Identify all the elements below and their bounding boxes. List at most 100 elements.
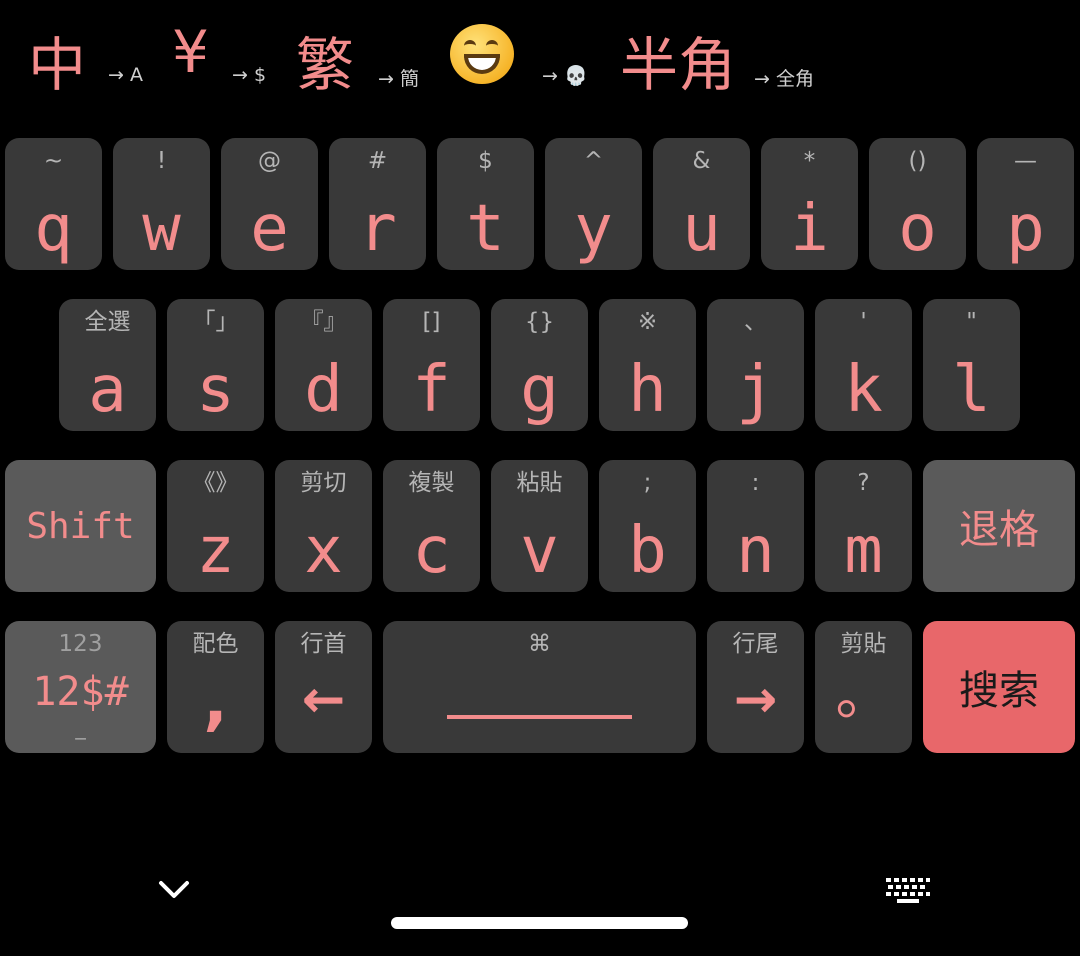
- status-emoji-target: → 💀: [542, 65, 588, 87]
- status-traditional-target: → 簡: [378, 68, 419, 90]
- backspace-key[interactable]: 退格: [923, 460, 1075, 592]
- key-h[interactable]: ※ h: [599, 299, 696, 431]
- key-g-label: g: [520, 353, 559, 427]
- key-g-hint: {}: [524, 309, 555, 335]
- space-key[interactable]: ⌘: [383, 621, 696, 753]
- key-y-hint: ^: [583, 148, 604, 174]
- key-o-label: o: [898, 192, 937, 266]
- key-t-hint: $: [478, 148, 493, 174]
- key-c[interactable]: 複製 c: [383, 460, 480, 592]
- symbols-key[interactable]: 123 12$# —: [5, 621, 156, 753]
- key-i-label: i: [790, 192, 829, 266]
- key-e-label: e: [250, 192, 289, 266]
- key-b-label: b: [628, 514, 667, 588]
- search-key[interactable]: 搜索: [923, 621, 1075, 753]
- key-p-label: p: [1006, 192, 1045, 266]
- key-s-hint: 「」: [192, 309, 239, 335]
- color-scheme-key[interactable]: 配色 ,: [167, 621, 264, 753]
- key-x[interactable]: 剪切 x: [275, 460, 372, 592]
- key-y-label: y: [574, 192, 613, 266]
- key-k[interactable]: ' k: [815, 299, 912, 431]
- grinning-face-icon: [450, 24, 514, 84]
- status-bar: 中 → A ¥ → $ 繁 → 簡 → 💀 半角 → 全角: [0, 0, 1080, 110]
- status-chinese-label: 中: [28, 31, 87, 99]
- key-a[interactable]: 全選 a: [59, 299, 156, 431]
- paste-key[interactable]: 剪貼 。: [815, 621, 912, 753]
- key-w-hint: !: [156, 148, 167, 174]
- key-p-hint: —: [1014, 148, 1037, 174]
- key-v-hint: 粘貼: [516, 470, 563, 496]
- key-n[interactable]: :n: [707, 460, 804, 592]
- comma-label: ,: [203, 665, 228, 739]
- key-w-label: w: [142, 192, 181, 266]
- key-f-label: f: [412, 353, 451, 427]
- space-key-hint: ⌘: [528, 631, 551, 657]
- key-e-hint: @: [258, 148, 281, 174]
- key-q-hint: ~: [43, 148, 64, 174]
- key-g[interactable]: {} g: [491, 299, 588, 431]
- key-z-hint: 《》: [192, 470, 239, 496]
- navigation-bar: [0, 860, 1080, 956]
- key-r-hint: #: [367, 148, 388, 174]
- key-c-label: c: [412, 514, 451, 588]
- chevron-down-icon[interactable]: [158, 880, 190, 900]
- shift-key-label: Shift: [26, 505, 135, 547]
- key-l-label: l: [952, 353, 991, 427]
- line-home-key[interactable]: 行首 ←: [275, 621, 372, 753]
- key-c-hint: 複製: [408, 470, 455, 496]
- status-halfwidth-label: 半角: [620, 31, 737, 99]
- key-q[interactable]: ~ q: [5, 138, 102, 270]
- key-m-hint: ?: [857, 470, 870, 496]
- key-l[interactable]: " l: [923, 299, 1020, 431]
- key-o-hint: (): [908, 148, 927, 174]
- key-s[interactable]: 「」 s: [167, 299, 264, 431]
- key-f-hint: []: [422, 309, 441, 335]
- keyboard-icon[interactable]: [886, 878, 930, 904]
- key-r-label: r: [358, 192, 397, 266]
- key-m[interactable]: ? m: [815, 460, 912, 592]
- key-j[interactable]: 、 j: [707, 299, 804, 431]
- status-currency-target: → $: [232, 64, 267, 86]
- key-u-label: u: [682, 192, 721, 266]
- key-i-hint: *: [803, 148, 816, 174]
- key-n-label: n: [736, 514, 775, 588]
- shift-key[interactable]: Shift: [5, 460, 156, 592]
- status-chinese-target: → A: [108, 64, 143, 86]
- key-u[interactable]: & u: [653, 138, 750, 270]
- key-a-label: a: [88, 353, 127, 427]
- key-k-label: k: [844, 353, 883, 427]
- key-i[interactable]: * i: [761, 138, 858, 270]
- key-r[interactable]: # r: [329, 138, 426, 270]
- key-s-label: s: [196, 353, 235, 427]
- period-label: 。: [835, 663, 892, 728]
- key-n-hint: :: [751, 470, 760, 496]
- key-h-hint: ※: [637, 309, 658, 335]
- paste-key-hint: 剪貼: [840, 631, 887, 657]
- key-d[interactable]: 『』 d: [275, 299, 372, 431]
- key-e[interactable]: @ e: [221, 138, 318, 270]
- key-b[interactable]: ; b: [599, 460, 696, 592]
- line-home-key-hint: 行首: [300, 631, 347, 657]
- key-o[interactable]: () o: [869, 138, 966, 270]
- home-indicator[interactable]: [391, 917, 688, 929]
- key-t[interactable]: $ t: [437, 138, 534, 270]
- key-q-label: q: [34, 192, 73, 266]
- line-end-key-hint: 行尾: [732, 631, 779, 657]
- key-h-label: h: [628, 353, 667, 427]
- key-x-label: x: [304, 514, 343, 588]
- status-halfwidth-target: → 全角: [754, 68, 814, 90]
- key-z[interactable]: 《》 z: [167, 460, 264, 592]
- backspace-key-label: 退格: [959, 507, 1039, 553]
- line-end-key[interactable]: 行尾 →: [707, 621, 804, 753]
- key-p[interactable]: — p: [977, 138, 1074, 270]
- key-b-hint: ;: [643, 470, 652, 496]
- key-v[interactable]: 粘貼 v: [491, 460, 588, 592]
- key-v-label: v: [520, 514, 559, 588]
- key-y[interactable]: ^ y: [545, 138, 642, 270]
- arrow-right-icon: →: [733, 670, 778, 730]
- key-f[interactable]: [] f: [383, 299, 480, 431]
- key-m-label: m: [844, 514, 883, 588]
- key-d-label: d: [304, 353, 343, 427]
- color-scheme-key-hint: 配色: [192, 631, 239, 657]
- key-w[interactable]: ! w: [113, 138, 210, 270]
